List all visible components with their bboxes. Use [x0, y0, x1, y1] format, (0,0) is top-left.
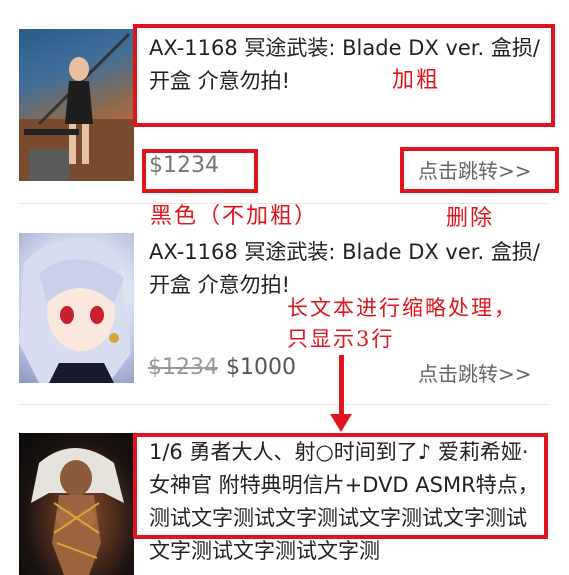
- product-thumbnail[interactable]: [19, 233, 134, 383]
- annotation-delete: 删除: [446, 206, 495, 231]
- divider: [19, 404, 549, 405]
- annotation-box-long-title: [133, 433, 548, 539]
- product-thumbnail[interactable]: [19, 29, 134, 181]
- annotation-arrow-head: [330, 414, 352, 432]
- annotation-long-text-line2: 只显示3行: [287, 327, 395, 351]
- annotation-box-price: [142, 149, 258, 193]
- annotation-arrow: [339, 355, 344, 420]
- jump-link[interactable]: 点击跳转>>: [418, 358, 532, 387]
- product-thumbnail[interactable]: [19, 433, 134, 575]
- annotation-box-title: [133, 24, 555, 127]
- annotation-black-not-bold: 黑色（不加粗）: [150, 204, 319, 229]
- original-price: $1234: [148, 355, 218, 380]
- annotation-long-text-line1: 长文本进行缩略处理，: [287, 296, 517, 320]
- annotation-box-jump: [400, 147, 559, 193]
- sale-price: $1000: [226, 355, 296, 380]
- annotation-bold: 加粗: [392, 68, 441, 93]
